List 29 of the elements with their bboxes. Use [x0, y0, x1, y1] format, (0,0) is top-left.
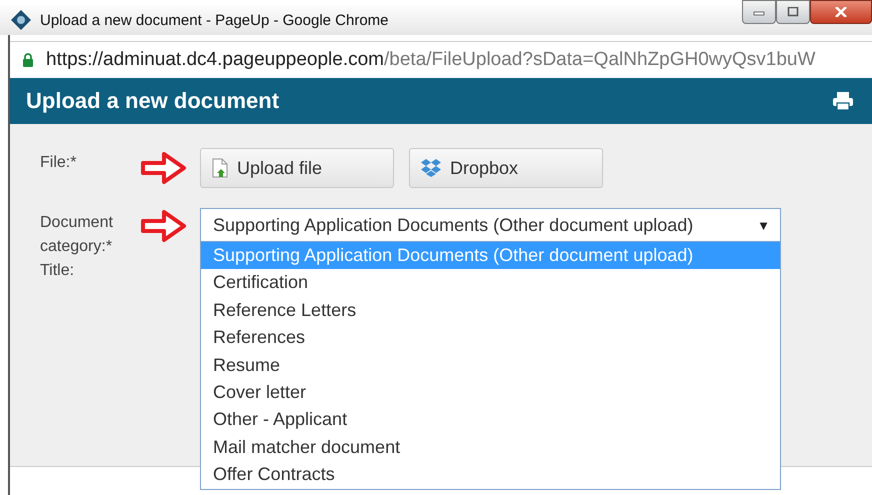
close-icon: [834, 7, 848, 17]
page-heading: Upload a new document: [26, 88, 280, 114]
file-upload-icon: [211, 158, 229, 178]
dropdown-option[interactable]: Reference Letters: [201, 296, 780, 324]
dropbox-button[interactable]: Dropbox: [409, 148, 603, 188]
window-title: Upload a new document - PageUp - Google Chrome: [40, 12, 389, 28]
dropdown-option[interactable]: Certification: [201, 269, 780, 297]
maximize-button[interactable]: [776, 0, 810, 24]
upload-button[interactable]: Upload file: [200, 148, 394, 188]
dropdown-option[interactable]: References: [201, 324, 780, 352]
dropdown-option[interactable]: Offer Contracts: [201, 461, 780, 489]
arrow-icon: [140, 209, 188, 243]
field-label: Title:: [40, 261, 76, 281]
printer-icon: [832, 91, 854, 111]
dropdown-option[interactable]: Other - Applicant: [201, 406, 780, 434]
dropdown-option[interactable]: Resume: [201, 352, 780, 379]
minimize-button[interactable]: [742, 0, 776, 24]
category-dropdown[interactable]: Supporting Application Documents (Other document upload) ▼: [200, 208, 781, 242]
field-label: File:*: [40, 153, 78, 173]
dropdown-option[interactable]: Cover letter: [201, 378, 780, 406]
arrow-icon: [140, 151, 188, 185]
field-label: Document category:*: [40, 213, 114, 257]
lock-icon: [22, 53, 34, 67]
close-button[interactable]: [810, 0, 872, 24]
app-logo-icon: [10, 9, 32, 31]
caret-icon: ▼: [757, 218, 770, 232]
dropdown-option[interactable]: Mail matcher document: [201, 434, 780, 462]
maximize-icon: [787, 7, 799, 17]
box-icon: [420, 158, 442, 178]
